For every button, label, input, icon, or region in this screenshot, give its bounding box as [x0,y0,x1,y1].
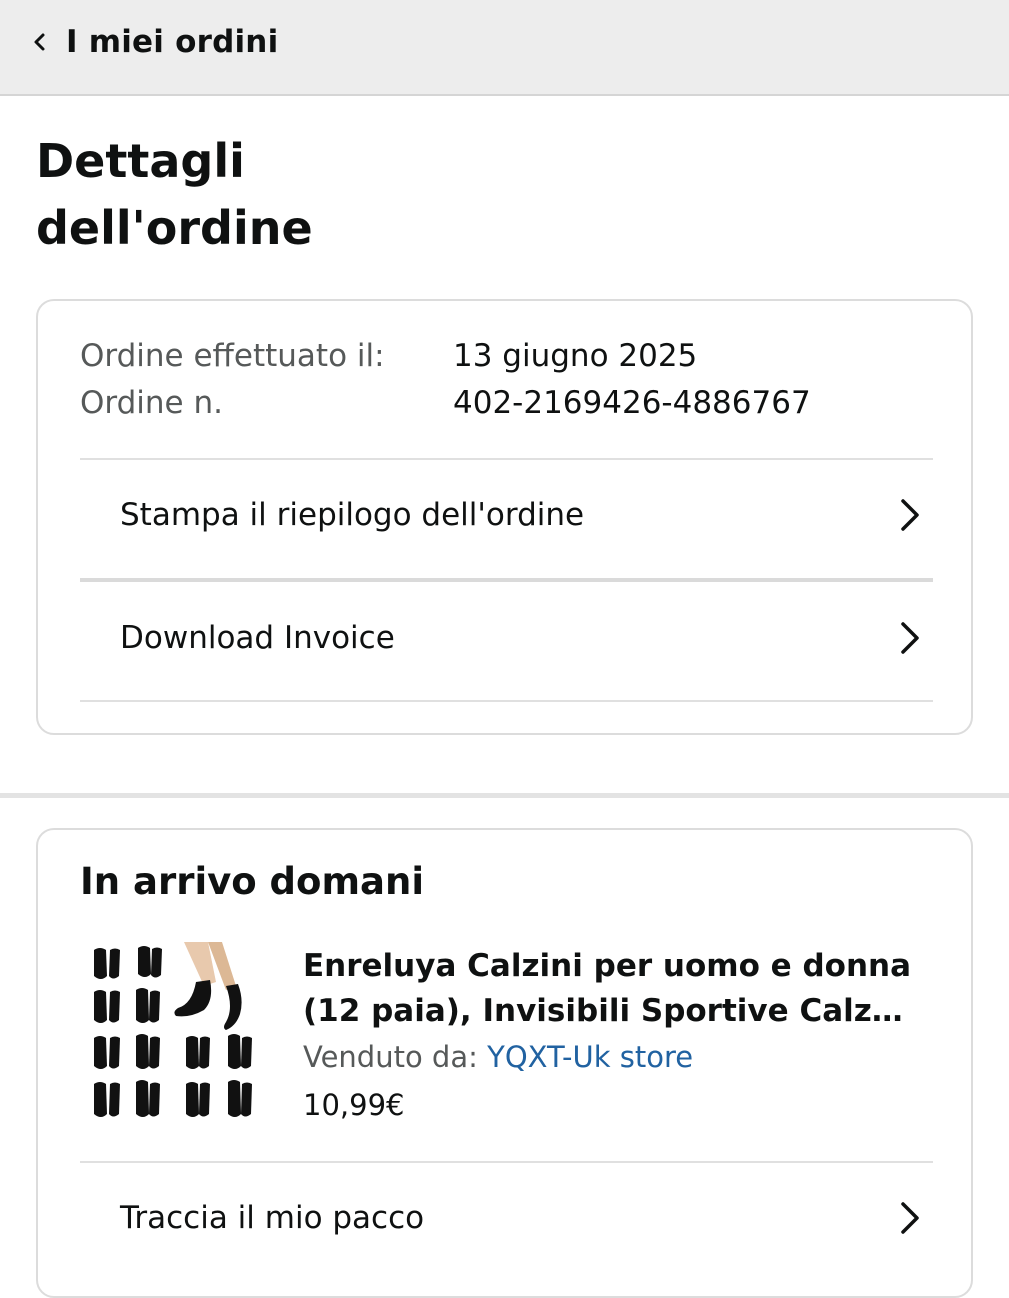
order-date-value: 13 giugno 2025 [453,338,698,374]
divider [80,1161,933,1163]
chevron-right-icon [901,499,919,531]
print-summary-link[interactable]: Stampa il riepilogo dell'ordine [80,465,933,565]
print-summary-label: Stampa il riepilogo dell'ordine [120,497,585,533]
order-number-label: Ordine n. [80,385,223,421]
order-date-label: Ordine effettuato il: [80,338,385,374]
chevron-left-icon [34,33,45,51]
section-separator [0,793,1009,798]
seller-info: Venduto da: YQXT-Uk store [303,1040,693,1074]
back-button-label: I miei ordini [66,24,279,60]
divider [80,700,933,702]
order-info-card: Ordine effettuato il: 13 giugno 2025 Ord… [36,299,973,735]
back-button[interactable]: I miei ordini [30,20,278,64]
seller-label: Venduto da: [303,1040,478,1074]
shipment-card: In arrivo domani Enreluya Calzini per uo… [36,828,973,1298]
divider [80,458,933,460]
chevron-right-icon [901,622,919,654]
track-package-label: Traccia il mio pacco [120,1200,425,1236]
download-invoice-label: Download Invoice [120,620,395,656]
download-invoice-link[interactable]: Download Invoice [80,588,933,688]
product-price: 10,99€ [303,1088,405,1122]
top-navigation-bar: I miei ordini [0,0,1009,96]
chevron-right-icon [901,1202,919,1234]
product-title-link[interactable]: Enreluya Calzini per uomo e donna (12 pa… [303,944,923,1034]
black-ankle-socks-product-image[interactable] [88,942,258,1128]
delivery-status-title: In arrivo domani [80,860,425,903]
page-title: Dettagli dell'ordine [36,134,313,255]
divider [80,578,933,582]
track-package-link[interactable]: Traccia il mio pacco [80,1168,933,1268]
seller-link[interactable]: YQXT-Uk store [487,1040,693,1074]
order-number-value: 402-2169426-4886767 [453,385,811,421]
